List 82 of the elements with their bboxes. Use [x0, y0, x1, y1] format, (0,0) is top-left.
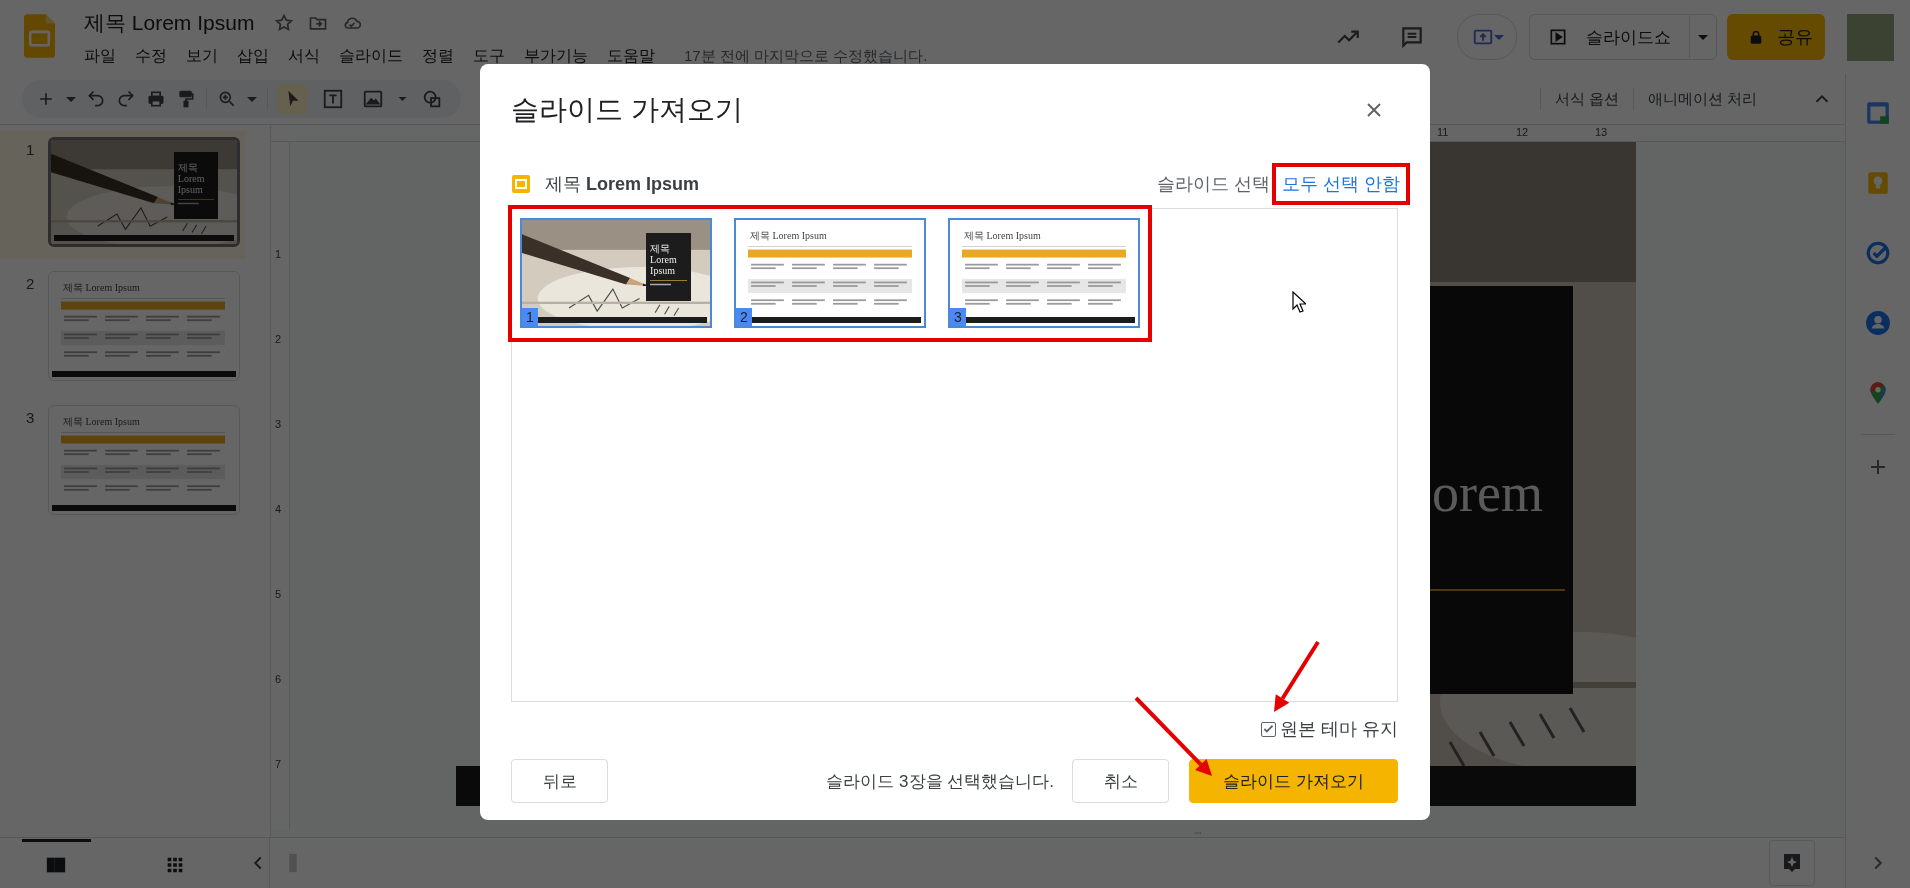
print-icon[interactable]: [146, 89, 166, 109]
slide-number: 2: [25, 274, 36, 292]
menu-item[interactable]: 정렬: [422, 46, 454, 67]
slide-title: 제목 Lorem Ipsum: [62, 281, 141, 294]
presentation-name: 제목 Lorem Ipsum: [545, 173, 700, 196]
slide-number-badge: 3: [950, 308, 966, 326]
deselect-all-link[interactable]: 모두 선택 안함: [1282, 174, 1400, 194]
explore-button[interactable]: [1769, 840, 1815, 886]
slides-file-icon: [511, 174, 531, 194]
ruler-number: 13: [1595, 126, 1608, 138]
zoom-icon[interactable]: [217, 89, 237, 109]
subtitle-drawing: [177, 199, 215, 206]
caret-icon[interactable]: [66, 96, 76, 102]
import-button[interactable]: 슬라이드 가져오기: [1189, 759, 1398, 803]
present-button[interactable]: [1457, 14, 1517, 60]
ruler-number: 2: [275, 333, 282, 345]
ruler-number: 1: [275, 248, 282, 260]
cursor-icon[interactable]: [278, 84, 308, 114]
last-edit-link[interactable]: 17분 전에 마지막으로 수정했습니다.: [684, 47, 928, 66]
back-button[interactable]: 뒤로: [511, 759, 608, 803]
caret-icon: [1698, 34, 1708, 40]
share-button[interactable]: 공유: [1727, 14, 1825, 60]
slide-title: 제목 Lorem Ipsum: [650, 242, 678, 276]
subtitle-drawing: [650, 279, 688, 286]
menu-item[interactable]: 슬라이드: [339, 46, 403, 67]
caret-icon[interactable]: [398, 97, 407, 101]
contacts-icon[interactable]: [1865, 310, 1891, 336]
ruler-number: 12: [1516, 126, 1529, 138]
format-options-button[interactable]: 서식 옵션: [1554, 89, 1619, 109]
slides-logo-icon[interactable]: [24, 14, 55, 58]
selection-summary: 슬라이드 3장을 선택했습니다.: [826, 770, 1054, 793]
slide-number: 3: [25, 408, 36, 426]
slide-thumbnail[interactable]: 제목 Lorem Ipsum 2: [734, 218, 926, 328]
checkbox[interactable]: [1261, 721, 1276, 737]
slide-title: 제목 Lorem Ipsum: [62, 415, 141, 428]
slide-row[interactable]: 3 제목 Lorem Ipsum: [0, 399, 270, 527]
slide-title: 제목 Lorem Ipsum: [963, 229, 1042, 242]
menu-item[interactable]: 삽입: [237, 46, 269, 67]
star-icon[interactable]: [274, 13, 295, 33]
ruler-number: 11: [1437, 126, 1449, 138]
ruler-number: 4: [275, 503, 282, 515]
menu-item[interactable]: 파일: [84, 46, 116, 67]
avatar[interactable]: [1847, 13, 1894, 61]
slide-title: orem: [1432, 462, 1543, 524]
slide-row[interactable]: 2 제목 Lorem Ipsum: [0, 265, 270, 393]
keep-theme-checkbox[interactable]: 원본 테마 유지: [1261, 717, 1398, 741]
play-icon: [1548, 27, 1568, 47]
redo-icon[interactable]: [116, 89, 136, 109]
document-title[interactable]: 제목 Lorem Ipsum: [84, 9, 255, 37]
slide-thumbnail[interactable]: 제목 Lorem Ipsum 3: [948, 218, 1140, 328]
menu-item[interactable]: 부가기능: [524, 46, 588, 67]
animate-button[interactable]: 애니메이션 처리: [1647, 89, 1757, 109]
slide-thumbnail[interactable]: 제목 Lorem Ipsum 1: [520, 218, 712, 328]
calendar-icon[interactable]: [1865, 100, 1891, 126]
paint-format-icon[interactable]: [176, 89, 196, 109]
dialog-title: 슬라이드 가져오기: [511, 93, 743, 127]
slide-title: 제목 Lorem Ipsum: [749, 229, 828, 242]
mouse-pointer-icon: [1292, 291, 1306, 313]
slide-number-badge: 1: [522, 308, 538, 326]
ruler-number: 5: [275, 588, 282, 600]
caret-icon[interactable]: [247, 96, 257, 102]
slideshow-button[interactable]: 슬라이드쇼: [1529, 14, 1689, 60]
menu-item[interactable]: 도움말: [607, 46, 655, 67]
slideshow-menu-button[interactable]: [1689, 14, 1717, 60]
menu-item[interactable]: 도구: [473, 46, 505, 67]
select-slides-label: 슬라이드 선택: [1156, 173, 1270, 196]
slide-row[interactable]: 1 제목 Lorem Ipsum: [0, 131, 246, 259]
caret-icon: [1494, 34, 1504, 40]
comment-icon[interactable]: [1399, 24, 1425, 50]
cancel-button[interactable]: 취소: [1072, 759, 1169, 803]
menu-item[interactable]: 보기: [186, 46, 218, 67]
ruler-number: 3: [275, 418, 282, 430]
slide-number: 1: [25, 140, 36, 158]
ruler-number: 7: [275, 758, 282, 770]
undo-icon[interactable]: [86, 89, 106, 109]
menu-item[interactable]: 수정: [135, 46, 167, 67]
slide-number-badge: 2: [736, 308, 752, 326]
tasks-icon[interactable]: [1865, 240, 1891, 266]
slide-title: 제목 Lorem Ipsum: [177, 162, 206, 196]
keep-theme-label: 원본 테마 유지: [1280, 718, 1398, 741]
menu-item[interactable]: 서식: [288, 46, 320, 67]
ruler-number: 6: [275, 673, 282, 685]
